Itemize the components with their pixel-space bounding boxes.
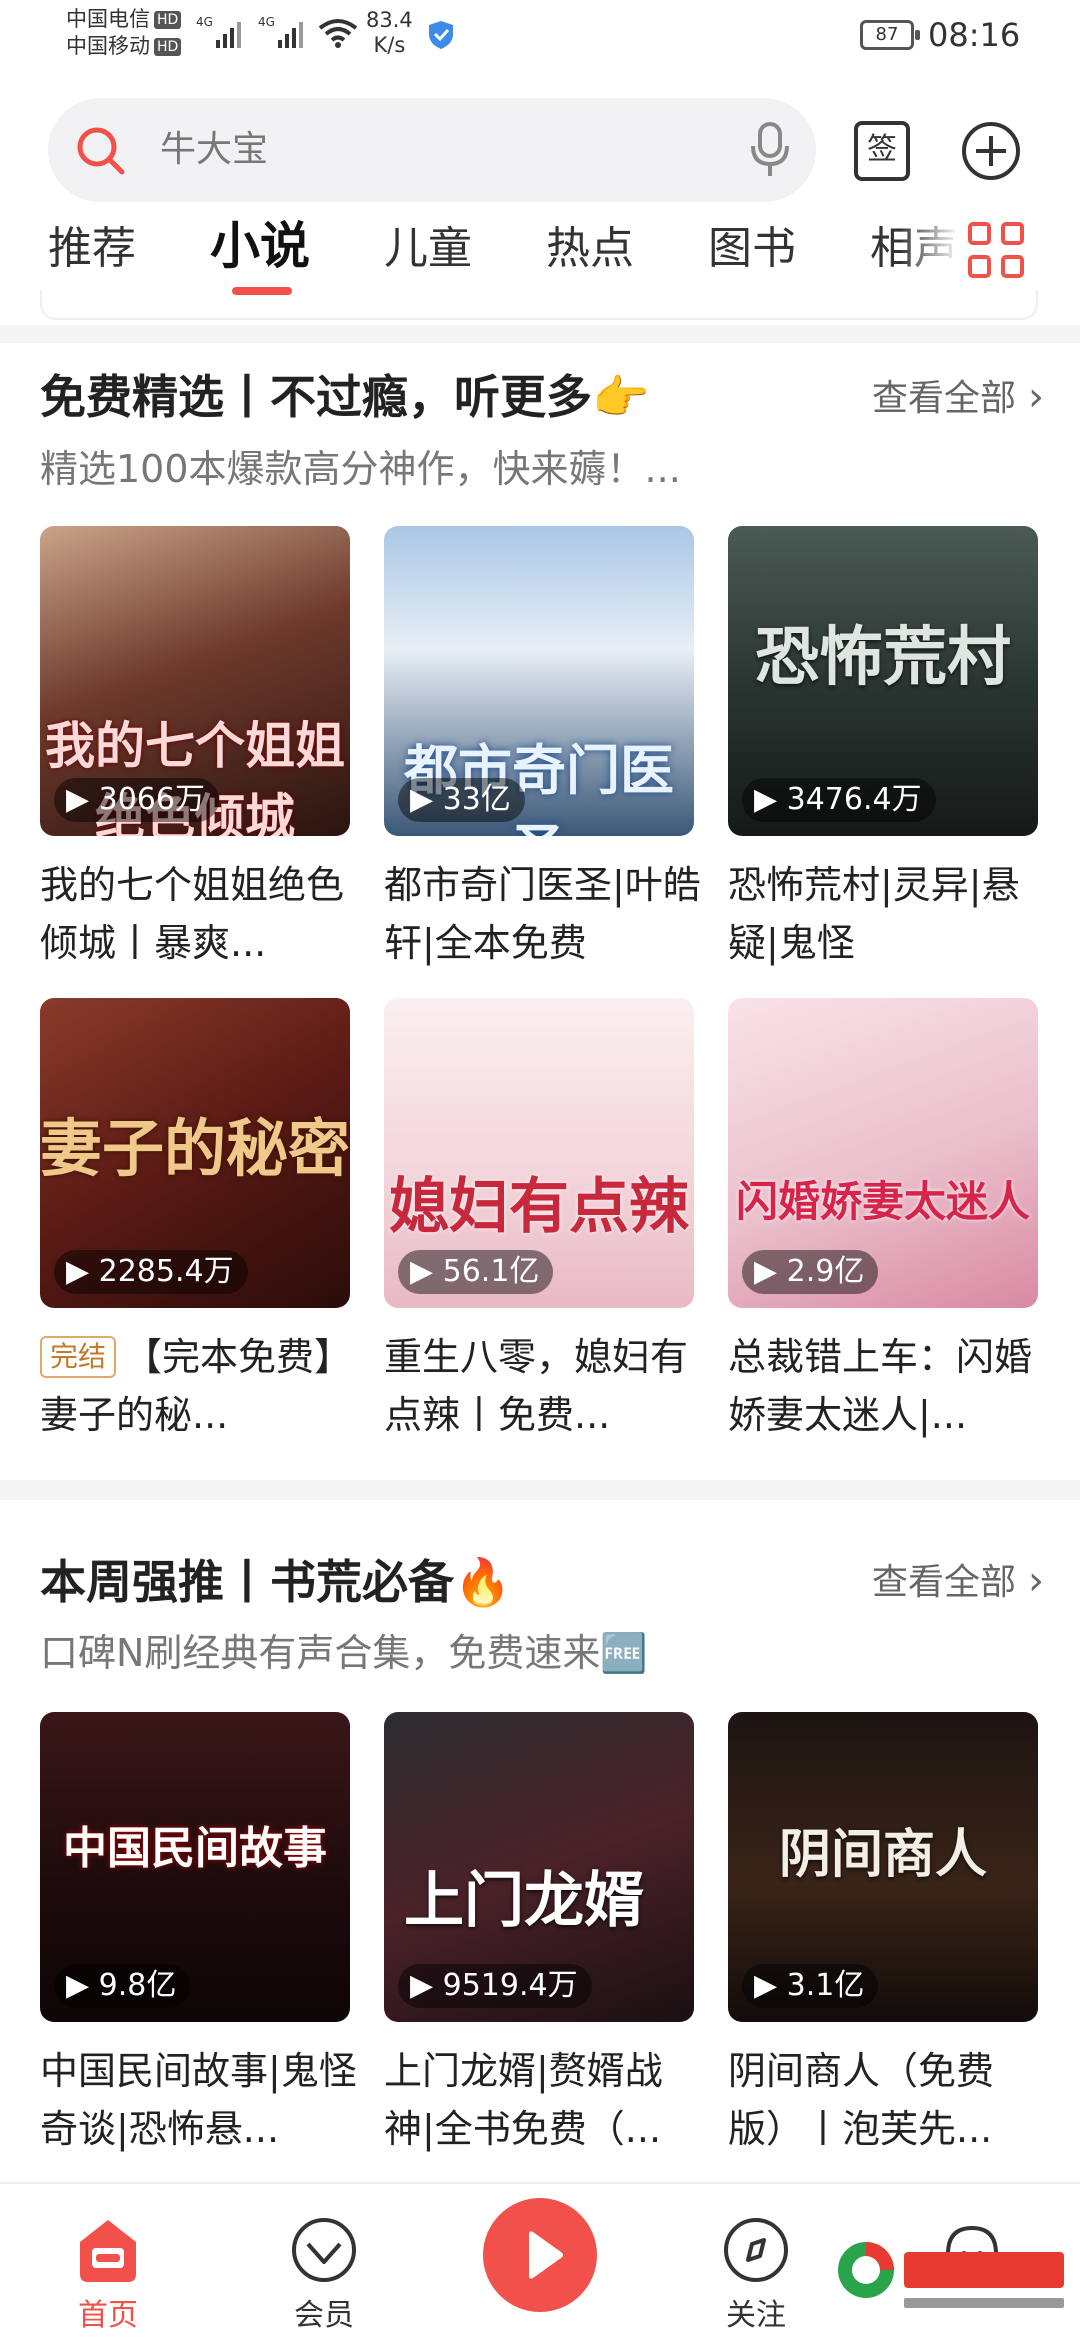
network-type-1: 4G — [196, 15, 213, 29]
book-title[interactable]: 总裁错上车：闪婚娇妻太迷人|... — [728, 1328, 1046, 1444]
play-count-badge: ▶ 3.1亿 — [742, 1964, 879, 2008]
book-title[interactable]: 中国民间故事|鬼怪奇谈|恐怖悬... — [40, 2042, 358, 2158]
book-cover[interactable]: 恐怖荒村 ▶ 3476.4万 — [728, 526, 1038, 836]
section-subtitle: 精选100本爆款高分神作，快来薅！... — [40, 447, 681, 491]
book-title[interactable]: 重生八零，媳妇有点辣丨免费... — [384, 1328, 702, 1444]
play-count: 2.9亿 — [786, 1254, 865, 1289]
play-count-badge: ▶ 56.1亿 — [398, 1250, 554, 1294]
see-all-link[interactable]: 查看全部 — [872, 1556, 1044, 1608]
nav-home[interactable]: 首页 — [48, 2214, 168, 2336]
play-count-badge: ▶ 9.8亿 — [54, 1964, 191, 2008]
play-count-badge: ▶ 3476.4万 — [742, 778, 936, 822]
signal-icon: 4G — [258, 15, 303, 48]
compass-icon — [724, 2218, 788, 2282]
book-title[interactable]: 我的七个姐姐绝色倾城丨暴爽... — [40, 856, 358, 972]
play-count: 56.1亿 — [442, 1254, 540, 1289]
search-bar[interactable]: 牛大宝 — [48, 98, 816, 202]
previous-card-edge — [40, 290, 1038, 320]
section-divider — [0, 325, 1080, 343]
section-title: 免费精选丨不过瘾，听更多👉 — [40, 370, 650, 424]
cover-title: 闪婚娇妻太迷人 — [735, 1177, 1030, 1226]
nav-follow[interactable]: 关注 — [696, 2214, 816, 2336]
cover-title: 上门龙婿 — [404, 1866, 644, 1936]
book-cover[interactable]: 阴间商人 ▶ 3.1亿 — [728, 1712, 1038, 2022]
play-count-badge: ▶ 33亿 — [398, 778, 525, 822]
hd-badge: HD — [154, 11, 182, 29]
play-button[interactable] — [483, 2198, 597, 2312]
hd-badge: HD — [154, 38, 182, 56]
category-grid-icon[interactable] — [968, 222, 1024, 278]
tab-novel[interactable]: 小说 — [210, 218, 310, 274]
nav-label: 会员 — [294, 2298, 354, 2333]
tab-recommend[interactable]: 推荐 — [48, 221, 136, 277]
carrier-info: 中国电信 HD 中国移动 HD — [66, 6, 182, 60]
play-icon — [529, 2231, 563, 2279]
tab-hot[interactable]: 热点 — [546, 221, 634, 277]
book-title[interactable]: 都市奇门医圣|叶皓轩|全本免费 — [384, 856, 702, 972]
book-title[interactable]: 阴间商人（免费版）丨泡芙先... — [728, 2042, 1046, 2158]
cover-title: 妻子的秘密 — [40, 1112, 350, 1185]
speed-unit: K/s — [373, 33, 406, 57]
book-cover[interactable]: 我的七个姐姐绝色倾城 ▶ 3066万 — [40, 526, 350, 836]
play-count-badge: ▶ 9519.4万 — [398, 1964, 592, 2008]
diamond-icon — [292, 2218, 356, 2282]
book-cover[interactable]: 媳妇有点辣 ▶ 56.1亿 — [384, 998, 694, 1308]
book-cover[interactable]: 都市奇门医圣 ▶ 33亿 — [384, 526, 694, 836]
status-bar: 中国电信 HD 中国移动 HD 4G 4G 83.4 K/s 87 08:16 — [0, 0, 1080, 70]
nav-vip[interactable]: 会员 — [264, 2214, 384, 2336]
microphone-icon[interactable] — [750, 122, 790, 180]
book-cover[interactable]: 妻子的秘密 ▶ 2285.4万 — [40, 998, 350, 1308]
book-cover[interactable]: 上门龙婿 ▶ 9519.4万 — [384, 1712, 694, 2022]
section-title: 本周强推丨书荒必备🔥 — [40, 1555, 512, 1609]
play-count: 3.1亿 — [786, 1968, 865, 2003]
section-subtitle: 口碑N刷经典有声合集，免费速来🆓 — [40, 1631, 648, 1675]
tab-children[interactable]: 儿童 — [384, 221, 472, 277]
book-title[interactable]: 上门龙婿|赘婿战神|全书免费（... — [384, 2042, 702, 2158]
home-icon — [80, 2220, 136, 2282]
speed-value: 83.4 — [366, 8, 413, 32]
network-type-2: 4G — [258, 15, 275, 29]
book-cover[interactable]: 中国民间故事 ▶ 9.8亿 — [40, 1712, 350, 2022]
carrier-2: 中国移动 — [66, 34, 150, 58]
play-count: 3066万 — [98, 782, 205, 817]
cover-title: 阴间商人 — [778, 1824, 987, 1885]
play-count-badge: ▶ 2.9亿 — [742, 1250, 879, 1294]
signal-icon: 4G — [196, 15, 241, 48]
cover-title: 恐怖荒村 — [755, 620, 1011, 695]
cover-title: 媳妇有点辣 — [389, 1172, 689, 1242]
shield-icon — [429, 21, 453, 49]
book-title[interactable]: 恐怖荒村|灵异|悬疑|鬼怪 — [728, 856, 1046, 972]
section-divider — [0, 1480, 1080, 1500]
play-count: 33亿 — [442, 782, 511, 817]
wifi-icon — [318, 19, 358, 48]
play-count-badge: ▶ 2285.4万 — [54, 1250, 248, 1294]
play-count: 9519.4万 — [442, 1968, 578, 2003]
category-tabs: 推荐 小说 儿童 热点 图书 相声 — [0, 215, 1080, 295]
completed-badge: 完结 — [40, 1336, 117, 1378]
book-cover[interactable]: 闪婚娇妻太迷人 ▶ 2.9亿 — [728, 998, 1038, 1308]
nav-label: 首页 — [78, 2298, 138, 2333]
play-count: 2285.4万 — [98, 1254, 234, 1289]
network-speed: 83.4 K/s — [366, 8, 413, 58]
play-count: 3476.4万 — [786, 782, 922, 817]
battery-icon: 87 — [860, 20, 920, 50]
nav-label: 关注 — [726, 2298, 786, 2333]
search-icon — [77, 127, 125, 175]
tab-fade — [900, 215, 960, 285]
clock: 08:16 — [928, 16, 1021, 54]
sign-in-button[interactable]: 签 — [854, 121, 910, 181]
search-input[interactable]: 牛大宝 — [160, 126, 268, 174]
play-count: 9.8亿 — [98, 1968, 177, 2003]
carrier-1: 中国电信 — [66, 7, 150, 31]
watermark-logo — [838, 2242, 1064, 2308]
add-icon[interactable] — [960, 120, 1022, 182]
see-all-link[interactable]: 查看全部 — [872, 372, 1044, 424]
play-count-badge: ▶ 3066万 — [54, 778, 219, 822]
tab-books[interactable]: 图书 — [708, 221, 796, 277]
book-title[interactable]: 完结 【完本免费】妻子的秘... — [40, 1328, 358, 1444]
cover-title: 中国民间故事 — [63, 1823, 327, 1874]
